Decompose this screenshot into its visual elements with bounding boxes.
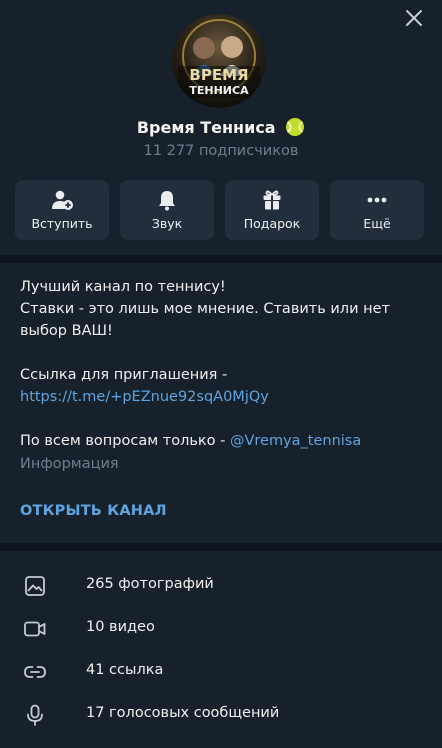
invite-link[interactable]: https://t.me/+pEZnue92sqA0MjQy (20, 389, 269, 405)
media-videos-row[interactable]: 10 видео (0, 609, 442, 649)
video-icon (24, 621, 46, 637)
svg-text:ВРЕМЯ: ВРЕМЯ (189, 66, 248, 84)
gift-icon (263, 190, 281, 210)
channel-title: Время Тенниса (136, 118, 276, 137)
contact-handle-link[interactable]: @Vremya_tennisa (230, 433, 361, 449)
open-channel-button[interactable]: ОТКРЫТЬ КАНАЛ (20, 503, 167, 519)
close-icon[interactable] (404, 8, 424, 28)
channel-avatar[interactable]: ВРЕМЯ ТЕННИСА (172, 14, 266, 108)
channel-header: ВРЕМЯ ТЕННИСА Время Тенниса 11 277 подпи… (0, 0, 442, 255)
description-line: выбор ВАШ! (20, 323, 113, 339)
description-blank-line (20, 408, 420, 430)
join-label: Вступить (31, 216, 93, 231)
description-blank-line (20, 342, 420, 364)
tennis-ball-icon (286, 118, 305, 136)
join-button[interactable]: Вступить (15, 180, 109, 240)
svg-text:ТЕННИСА: ТЕННИСА (189, 84, 249, 97)
description-line: Лучший канал по теннису! (20, 279, 226, 295)
link-icon (24, 666, 46, 678)
media-photos-row[interactable]: 265 фотографий (0, 566, 442, 606)
more-button[interactable]: Ещё (330, 180, 424, 240)
channel-title-row: Время Тенниса (0, 117, 442, 137)
media-voice-row[interactable]: 17 голосовых сообщений (0, 695, 442, 735)
action-buttons: Вступить Звук Подарок Ещё (15, 180, 424, 240)
media-links-label: 41 ссылка (86, 662, 164, 678)
contact-text: По всем вопросам только - (20, 433, 230, 449)
gift-button[interactable]: Подарок (225, 180, 319, 240)
media-links-row[interactable]: 41 ссылка (0, 652, 442, 692)
add-user-icon (52, 190, 73, 210)
shared-media-panel: 265 фотографий 10 видео 41 ссылка 17 гол… (0, 551, 442, 748)
info-label: Информация (20, 456, 119, 472)
subscriber-count: 11 277 подписчиков (143, 143, 299, 159)
channel-description: Лучший канал по теннису! Ставки - это ли… (20, 276, 420, 452)
bell-icon (159, 191, 175, 211)
microphone-icon (27, 704, 43, 726)
media-videos-label: 10 видео (86, 619, 155, 635)
sound-label: Звук (151, 216, 183, 231)
sound-button[interactable]: Звук (120, 180, 214, 240)
more-icon (367, 197, 387, 203)
media-photos-label: 265 фотографий (86, 576, 214, 592)
gift-label: Подарок (243, 216, 301, 231)
description-line: Ссылка для приглашения - (20, 367, 228, 383)
photo-icon (25, 576, 45, 596)
description-line: Ставки - это лишь мое мнение. Ставить ил… (20, 301, 390, 317)
media-voice-label: 17 голосовых сообщений (86, 705, 280, 721)
channel-info-panel: Лучший канал по теннису! Ставки - это ли… (0, 263, 442, 543)
more-label: Ещё (363, 216, 391, 231)
